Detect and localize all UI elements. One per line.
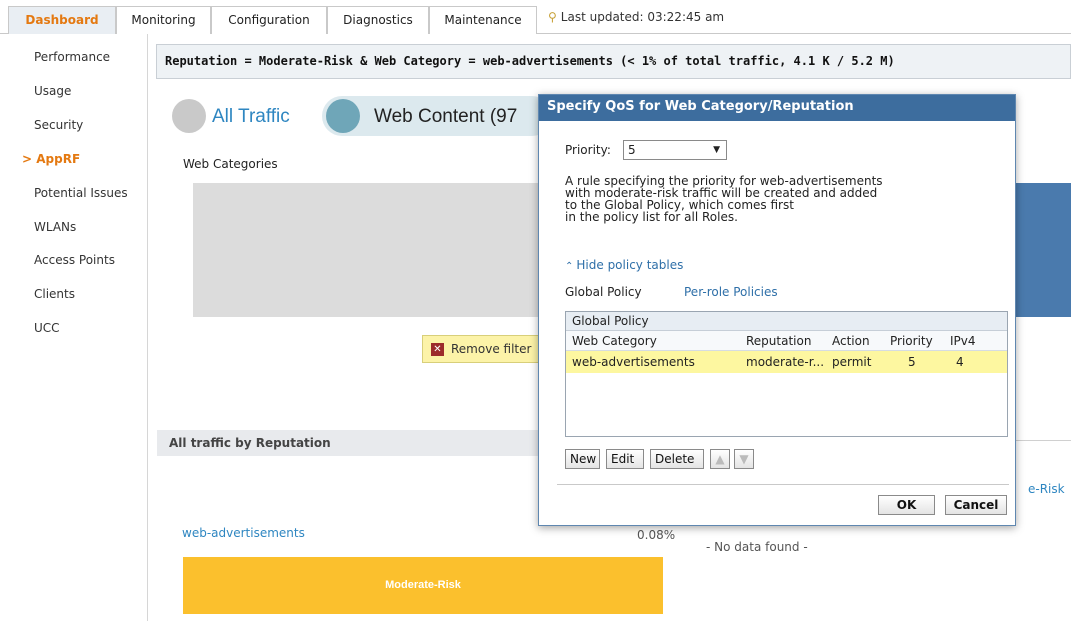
sidebar-item-wlans[interactable]: WLANs: [34, 220, 76, 234]
rule-description: A rule specifying the priority for web-a…: [565, 174, 883, 224]
close-icon: ✕: [431, 343, 444, 356]
percentage-value: 0.08%: [637, 528, 676, 542]
web-categories-title: Web Categories: [183, 157, 278, 171]
priority-select[interactable]: 5 ▼: [623, 140, 727, 160]
new-button[interactable]: New: [565, 449, 600, 469]
sidebar-item-access-points[interactable]: Access Points: [34, 253, 115, 267]
column-header-priority[interactable]: Priority: [890, 331, 946, 351]
table-caption: Global Policy: [566, 312, 1007, 331]
all-traffic-pill[interactable]: All Traffic: [166, 96, 316, 136]
ok-button[interactable]: OK: [878, 495, 935, 515]
policy-table: Global Policy Web Category Reputation Ac…: [565, 311, 1008, 437]
tab-per-role-policies[interactable]: Per-role Policies: [684, 285, 778, 299]
sidebar-item-apprf[interactable]: > AppRF: [22, 152, 80, 166]
table-header: Web Category Reputation Action Priority …: [566, 331, 1007, 351]
cell-web-category: web-advertisements: [572, 355, 695, 369]
last-updated-text: Last updated: 03:22:45 am: [560, 10, 725, 24]
web-advertisements-link[interactable]: web-advertisements: [182, 526, 305, 540]
remove-filter-label: Remove filter: [451, 342, 532, 356]
no-data-message: - No data found -: [706, 540, 808, 554]
cell-reputation: moderate-r...: [746, 355, 825, 369]
column-header-action[interactable]: Action: [832, 331, 884, 351]
column-header-reputation[interactable]: Reputation: [746, 331, 828, 351]
last-updated: ⚲ Last updated: 03:22:45 am: [548, 10, 724, 24]
edit-button[interactable]: Edit: [606, 449, 644, 469]
cell-ipv4: 4: [956, 355, 964, 369]
priority-value: 5: [628, 143, 636, 157]
dialog-title[interactable]: Specify QoS for Web Category/Reputation: [539, 95, 1015, 121]
filter-header: Reputation = Moderate-Risk & Web Categor…: [156, 44, 1071, 79]
tab-dashboard[interactable]: Dashboard: [8, 6, 116, 34]
tab-diagnostics[interactable]: Diagnostics: [327, 6, 429, 34]
all-traffic-pie-icon: [172, 99, 206, 133]
all-traffic-label: All Traffic: [212, 106, 290, 127]
sidebar-item-potential-issues[interactable]: Potential Issues: [34, 186, 128, 200]
sidebar-item-security[interactable]: Security: [34, 118, 83, 132]
column-header-web-category[interactable]: Web Category: [572, 331, 744, 351]
tab-maintenance[interactable]: Maintenance: [429, 6, 537, 34]
pin-icon: ⚲: [548, 10, 557, 24]
table-row[interactable]: web-advertisements moderate-r... permit …: [566, 351, 1007, 373]
sidebar-item-usage[interactable]: Usage: [34, 84, 71, 98]
remove-filter-button[interactable]: ✕ Remove filter: [422, 335, 540, 363]
qos-dialog: Specify QoS for Web Category/Reputation …: [538, 94, 1016, 526]
sidebar-item-clients[interactable]: Clients: [34, 287, 75, 301]
dialog-divider: [557, 484, 1009, 485]
moderate-risk-bar[interactable]: Moderate-Risk: [183, 557, 663, 614]
chevron-down-icon: ▼: [713, 145, 720, 155]
delete-button[interactable]: Delete: [650, 449, 704, 469]
hide-policy-tables-link[interactable]: ⌃ Hide policy tables: [565, 258, 683, 272]
web-categories-chart-area: [193, 183, 539, 317]
web-content-pie-icon: [326, 99, 360, 133]
priority-label: Priority:: [565, 143, 611, 157]
column-header-ipv4[interactable]: IPv4: [950, 331, 990, 351]
top-nav: Dashboard Monitoring Configuration Diagn…: [0, 0, 1071, 34]
hide-policy-tables-label: Hide policy tables: [576, 258, 684, 272]
tab-configuration[interactable]: Configuration: [211, 6, 327, 34]
web-content-pill[interactable]: Web Content (97: [322, 96, 552, 136]
risk-link-partial[interactable]: e-Risk: [1028, 482, 1065, 496]
cancel-button[interactable]: Cancel: [945, 495, 1007, 515]
web-content-label: Web Content (97: [374, 106, 518, 127]
tab-global-policy[interactable]: Global Policy: [565, 285, 642, 299]
sidebar: Performance Usage Security > AppRF Poten…: [0, 34, 148, 621]
sidebar-item-performance[interactable]: Performance: [34, 50, 110, 64]
reputation-section-header: All traffic by Reputation: [157, 430, 540, 456]
cell-action: permit: [832, 355, 872, 369]
move-up-icon[interactable]: ▲: [710, 449, 730, 469]
move-down-icon[interactable]: ▼: [734, 449, 754, 469]
chevron-up-icon: ⌃: [565, 261, 574, 272]
sidebar-item-ucc[interactable]: UCC: [34, 321, 60, 335]
tab-monitoring[interactable]: Monitoring: [116, 6, 211, 34]
